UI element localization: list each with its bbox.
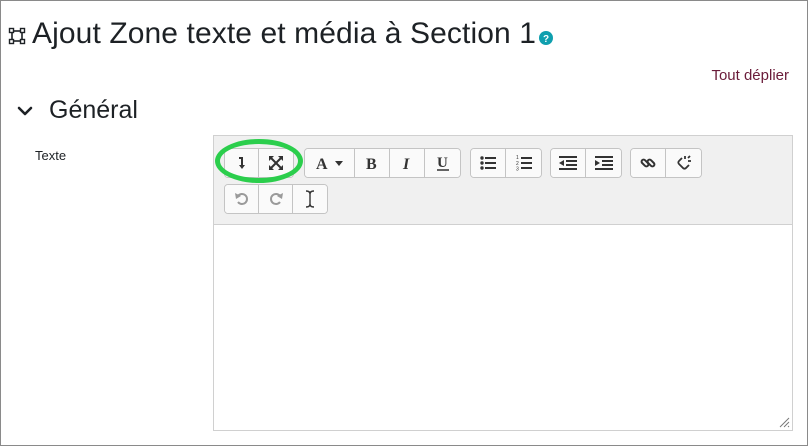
fullscreen-icon <box>269 156 283 170</box>
help-icon[interactable]: ? <box>539 31 554 45</box>
editor-toolbar: A B I U 1 2 3 <box>214 136 792 225</box>
underline-button[interactable]: U <box>425 149 460 177</box>
link-button[interactable] <box>631 149 666 177</box>
undo-button[interactable] <box>225 185 259 213</box>
toolbar-group-lists: 123 <box>470 148 542 178</box>
unlink-button[interactable] <box>666 149 701 177</box>
outdent-button[interactable] <box>551 149 586 177</box>
underline-icon: U <box>436 155 449 171</box>
toggle-toolbar-button[interactable] <box>225 149 259 177</box>
svg-text:A: A <box>316 156 328 171</box>
link-icon <box>640 158 656 168</box>
editor-content-area[interactable] <box>214 225 792 430</box>
redo-icon <box>269 193 283 205</box>
section-header-general[interactable]: Général <box>16 96 138 125</box>
svg-text:?: ? <box>543 34 549 45</box>
indent-icon <box>594 156 613 170</box>
font-color-button[interactable]: A <box>305 149 355 177</box>
outdent-icon <box>559 156 577 170</box>
toolbar-group-display <box>224 148 294 178</box>
text-field-label: Texte <box>35 148 67 163</box>
toolbar-group-history <box>224 184 328 214</box>
text-cursor-icon <box>305 190 315 208</box>
rich-text-editor: A B I U 1 2 3 <box>213 135 793 431</box>
redo-button[interactable] <box>259 185 293 213</box>
svg-text:I: I <box>402 156 410 171</box>
font-color-icon: A <box>316 156 343 171</box>
undo-icon <box>234 193 248 205</box>
toolbar-group-indent <box>550 148 622 178</box>
page-title: Ajout Zone texte et média à Section 1 <box>32 17 537 50</box>
italic-icon: I <box>402 156 410 171</box>
resize-handle-icon[interactable] <box>778 416 790 428</box>
svg-text:B: B <box>366 156 377 171</box>
fullscreen-button[interactable] <box>259 149 293 177</box>
bold-icon: B <box>366 156 377 171</box>
module-icon <box>8 27 26 45</box>
unlink-icon <box>676 155 691 170</box>
toolbar-group-style: A B I U <box>304 148 461 178</box>
page-header: Ajout Zone texte et média à Section 1 ? <box>8 14 554 54</box>
chevron-down-icon[interactable] <box>16 102 34 120</box>
toolbar-group-links <box>630 148 702 178</box>
bulleted-list-button[interactable] <box>471 149 506 177</box>
svg-text:3: 3 <box>516 167 519 172</box>
expand-all-link[interactable]: Tout déplier <box>711 67 789 84</box>
italic-button[interactable]: I <box>390 149 425 177</box>
section-title: Général <box>49 96 138 124</box>
toggle-toolbar-icon <box>238 157 245 169</box>
indent-button[interactable] <box>586 149 621 177</box>
svg-text:U: U <box>437 155 448 171</box>
text-cursor-button[interactable] <box>293 185 327 213</box>
numbered-list-icon: 123 <box>516 155 532 171</box>
bulleted-list-icon <box>480 156 496 170</box>
bold-button[interactable]: B <box>355 149 390 177</box>
numbered-list-button[interactable]: 123 <box>506 149 541 177</box>
